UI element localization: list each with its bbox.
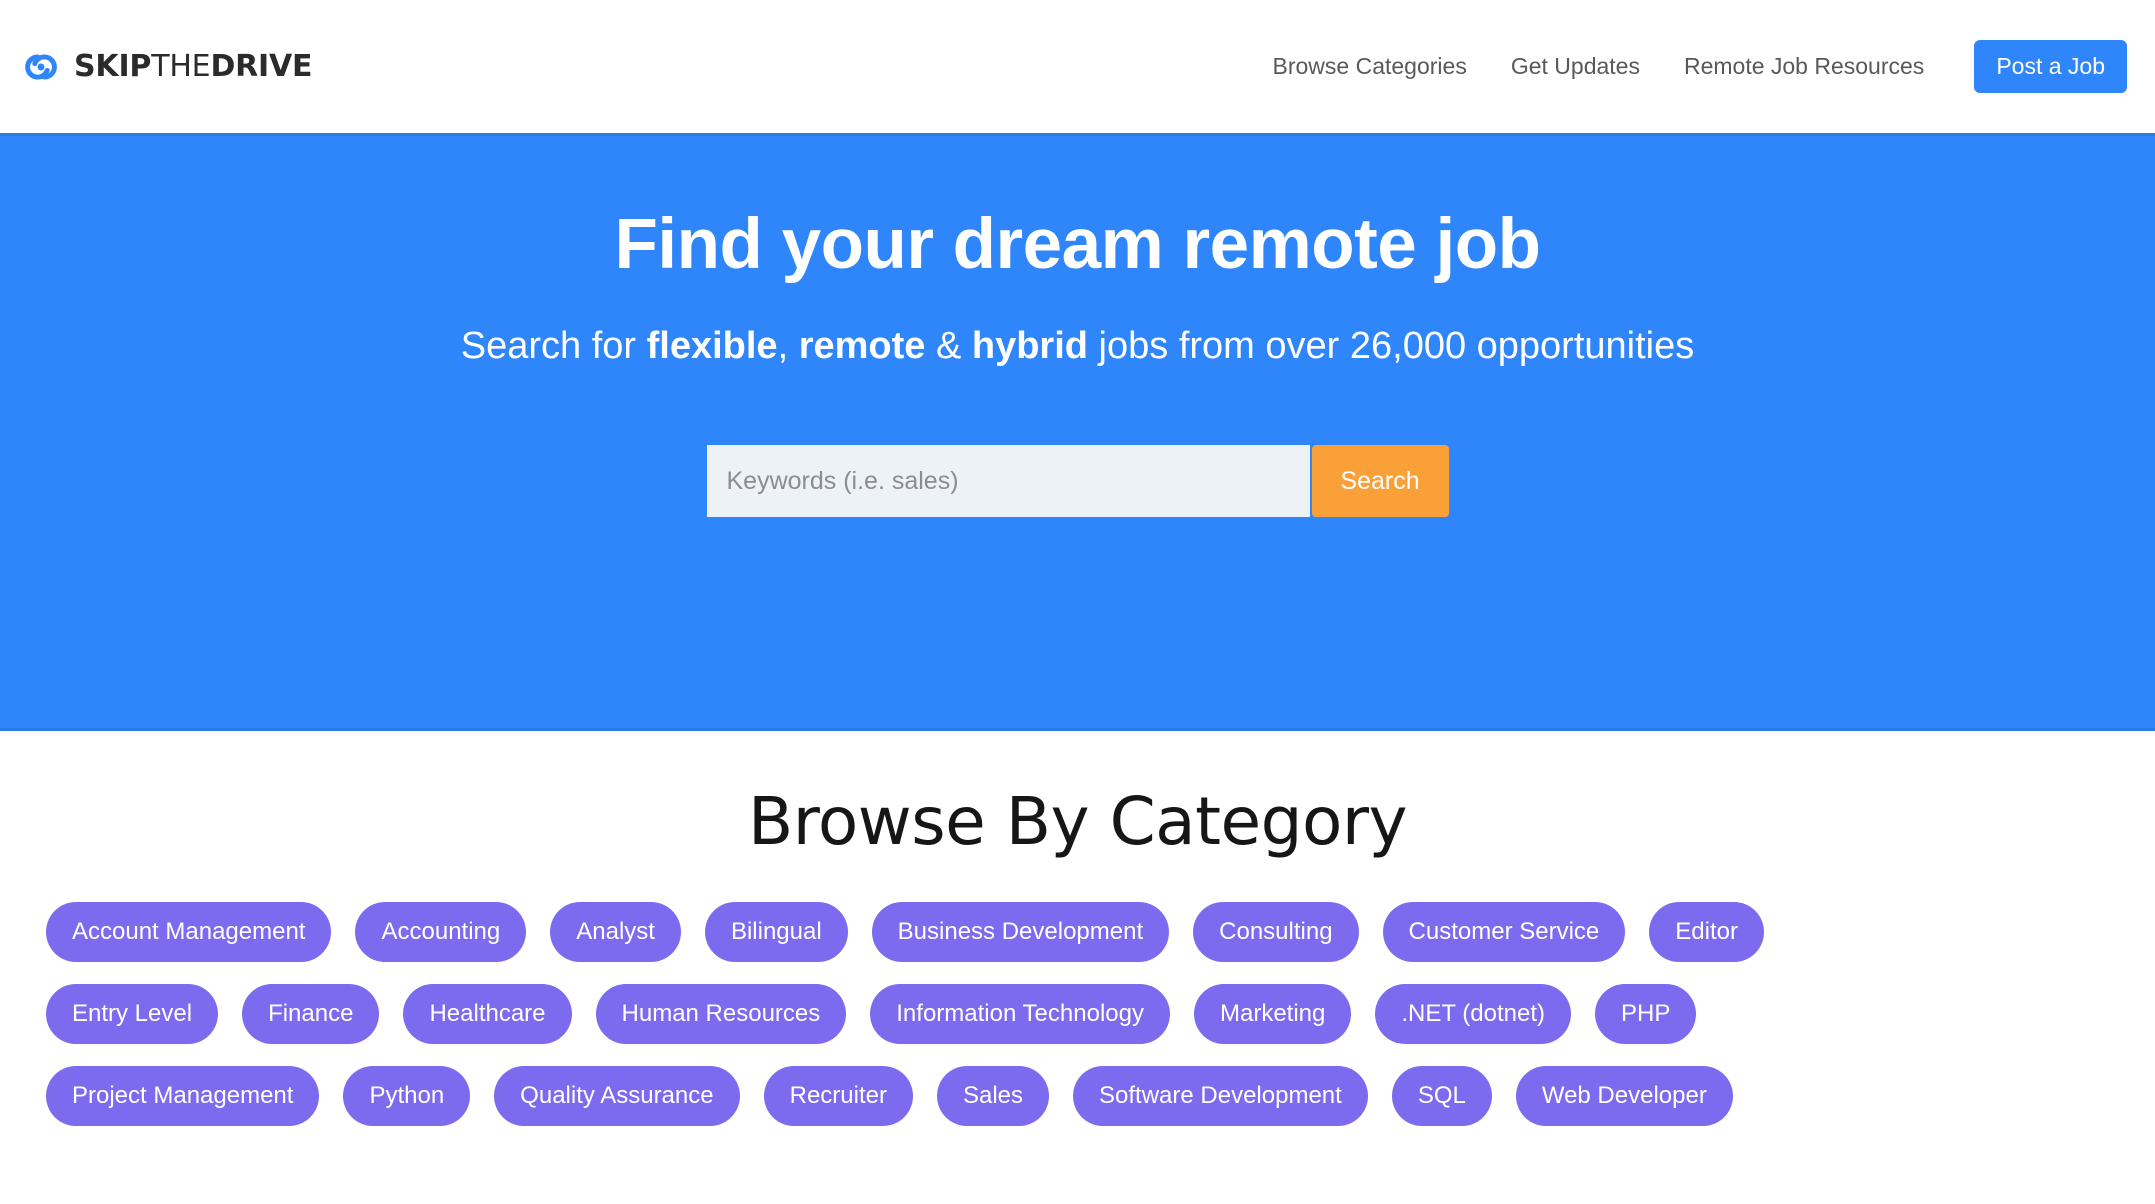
hero-subtitle-part2: , bbox=[777, 324, 799, 367]
search-keywords-input[interactable] bbox=[706, 445, 1310, 518]
category-pill[interactable]: .NET (dotnet) bbox=[1375, 984, 1571, 1044]
category-pill[interactable]: Sales bbox=[936, 1066, 1050, 1126]
category-pill[interactable]: Healthcare bbox=[403, 984, 572, 1044]
category-pill[interactable]: Business Development bbox=[871, 902, 1170, 962]
category-pill[interactable]: Finance bbox=[242, 984, 380, 1044]
hero-subtitle-part4: jobs from over 26,000 opportunities bbox=[1088, 324, 1695, 367]
category-row: Account Management Accounting Analyst Bi… bbox=[46, 902, 2109, 962]
category-pill[interactable]: Project Management bbox=[46, 1066, 320, 1126]
brand-word-the: THE bbox=[151, 48, 211, 84]
browse-by-category-section: Browse By Category Account Management Ac… bbox=[0, 731, 2155, 1126]
hero-title: Find your dream remote job bbox=[614, 205, 1541, 284]
brand-word-skip: SKIP bbox=[74, 48, 152, 84]
category-pill[interactable]: Quality Assurance bbox=[494, 1066, 740, 1126]
category-pill[interactable]: Information Technology bbox=[870, 984, 1170, 1044]
hero-subtitle-part3: & bbox=[925, 324, 972, 367]
category-row: Entry Level Finance Healthcare Human Res… bbox=[46, 984, 2109, 1044]
brand-word-drive: DRIVE bbox=[210, 48, 313, 84]
post-a-job-button[interactable]: Post a Job bbox=[1974, 40, 2127, 93]
category-pill[interactable]: Consulting bbox=[1193, 902, 1359, 962]
interlocking-circles-logo-icon bbox=[25, 53, 57, 80]
hero-subtitle-bold-hybrid: hybrid bbox=[971, 324, 1088, 367]
category-pill[interactable]: Human Resources bbox=[595, 984, 847, 1044]
category-pill-rows: Account Management Accounting Analyst Bi… bbox=[0, 902, 2155, 1126]
brand-wordmark: SKIPTHEDRIVE bbox=[74, 48, 313, 84]
category-pill[interactable]: Accounting bbox=[355, 902, 527, 962]
site-header: SKIPTHEDRIVE Browse Categories Get Updat… bbox=[0, 0, 2155, 133]
main-navigation: Browse Categories Get Updates Remote Job… bbox=[1273, 40, 2127, 93]
category-pill[interactable]: PHP bbox=[1594, 984, 1697, 1044]
hero-subtitle-bold-flexible: flexible bbox=[646, 324, 778, 367]
search-submit-button[interactable]: Search bbox=[1311, 445, 1449, 518]
category-pill[interactable]: Editor bbox=[1649, 902, 1764, 962]
job-search-form: Search bbox=[0, 445, 2155, 518]
hero-section: Find your dream remote job Search for fl… bbox=[0, 133, 2155, 731]
category-pill[interactable]: Recruiter bbox=[763, 1066, 913, 1126]
hero-subtitle: Search for flexible, remote & hybrid job… bbox=[0, 322, 2155, 371]
category-pill[interactable]: Software Development bbox=[1073, 1066, 1368, 1126]
nav-item-remote-job-resources[interactable]: Remote Job Resources bbox=[1684, 53, 1924, 80]
category-pill[interactable]: Entry Level bbox=[46, 984, 219, 1044]
category-pill[interactable]: SQL bbox=[1391, 1066, 1492, 1126]
nav-item-browse-categories[interactable]: Browse Categories bbox=[1273, 53, 1467, 80]
category-pill[interactable]: Account Management bbox=[46, 902, 332, 962]
hero-subtitle-part1: Search for bbox=[460, 324, 647, 367]
category-row: Project Management Python Quality Assura… bbox=[46, 1066, 2109, 1126]
brand-logo-link[interactable]: SKIPTHEDRIVE bbox=[18, 44, 313, 90]
categories-title: Browse By Category bbox=[747, 783, 1408, 860]
category-pill[interactable]: Analyst bbox=[550, 902, 681, 962]
category-pill[interactable]: Python bbox=[343, 1066, 471, 1126]
category-pill[interactable]: Web Developer bbox=[1515, 1066, 1733, 1126]
category-pill[interactable]: Marketing bbox=[1193, 984, 1352, 1044]
nav-item-get-updates[interactable]: Get Updates bbox=[1511, 53, 1640, 80]
hero-subtitle-bold-remote: remote bbox=[798, 324, 926, 367]
category-pill[interactable]: Customer Service bbox=[1382, 902, 1626, 962]
category-pill[interactable]: Bilingual bbox=[704, 902, 848, 962]
